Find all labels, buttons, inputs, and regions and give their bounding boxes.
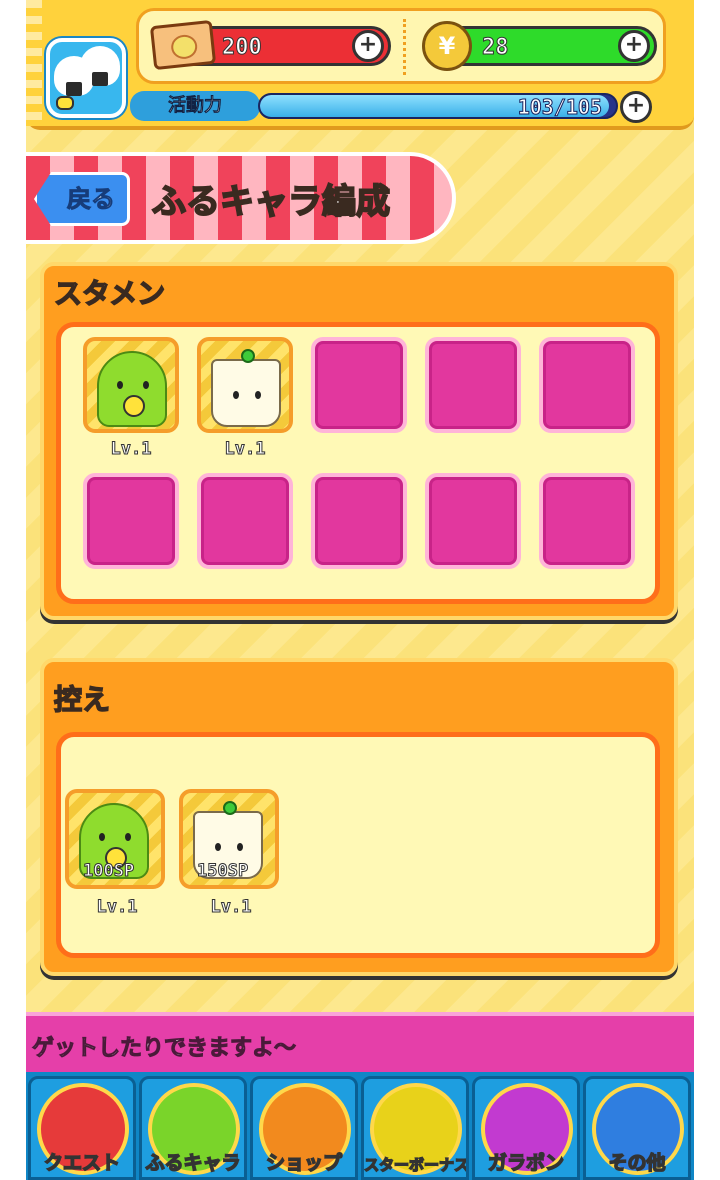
bench-level-1: Lv.1 xyxy=(96,897,138,918)
nav-other-label: その他 xyxy=(608,1151,667,1175)
tray-divider xyxy=(403,19,406,75)
starter-slot-9[interactable] xyxy=(425,473,521,569)
yen-coin-icon: ¥ xyxy=(422,21,472,71)
back-button[interactable]: 戻る xyxy=(34,172,130,226)
news-ticker: ゲットしたりできますよ～ xyxy=(26,1012,694,1072)
bench-slot-1[interactable]: 100SP xyxy=(65,789,165,889)
ticker-text: ゲットしたりできますよ～ xyxy=(31,1036,297,1062)
coin-value: 28 xyxy=(482,35,509,61)
onigiri-icon xyxy=(80,46,120,86)
starter-level-1: Lv.1 xyxy=(110,439,152,460)
green-bird-chara-icon xyxy=(97,351,167,427)
bench-sp-2: 150SP xyxy=(196,861,249,882)
status-header: 200 + ¥ 28 + 活動力 103/105 + xyxy=(26,0,694,130)
nav-garapon-label: ガラポン xyxy=(487,1151,565,1175)
page-title: ふるキャラ編成 xyxy=(151,181,391,223)
bench-level-2: Lv.1 xyxy=(210,897,252,918)
bench-slot-2[interactable]: 150SP xyxy=(179,789,279,889)
right-margin xyxy=(694,0,720,1180)
nav-star-bonus-label: スターボーナス xyxy=(364,1155,469,1175)
yellow-bead-icon xyxy=(56,96,74,110)
stamina-label: 活動力 xyxy=(130,91,260,121)
starter-slot-1[interactable] xyxy=(83,337,179,433)
app-screen: 200 + ¥ 28 + 活動力 103/105 + 戻る ふるキャラ編成 スタ… xyxy=(26,0,694,1180)
stamina-bar: 103/105 xyxy=(258,93,618,119)
ticket-icon xyxy=(149,19,217,71)
add-coin-button[interactable]: + xyxy=(618,30,650,62)
title-bar: 戻る ふるキャラ編成 xyxy=(26,152,456,244)
ticket-value: 200 xyxy=(222,35,263,61)
stamina-value: 103/105 xyxy=(517,95,602,119)
nav-quest-label: クエスト xyxy=(43,1151,121,1175)
bench-title: 控え xyxy=(53,682,111,717)
nav-quest[interactable]: クエスト xyxy=(28,1076,136,1180)
ticket-counter: 200 + xyxy=(149,19,391,71)
nav-shop-label: ショップ xyxy=(265,1151,343,1175)
add-stamina-button[interactable]: + xyxy=(620,91,652,123)
starter-slots: Lv.1 Lv.1 xyxy=(56,322,660,604)
starter-slot-3[interactable] xyxy=(311,337,407,433)
starter-slot-8[interactable] xyxy=(311,473,407,569)
header-stripe xyxy=(26,0,42,126)
currency-tray: 200 + ¥ 28 + xyxy=(136,8,666,84)
white-dumpling-chara-icon xyxy=(211,349,281,427)
add-ticket-button[interactable]: + xyxy=(352,30,384,62)
coin-counter: ¥ 28 + xyxy=(422,21,657,71)
bench-sp-1: 100SP xyxy=(82,861,135,882)
nav-garapon[interactable]: ガラポン xyxy=(472,1076,580,1180)
nav-other[interactable]: その他 xyxy=(583,1076,691,1180)
bench-slots: 100SP 150SP Lv.1 Lv.1 xyxy=(56,732,660,958)
starter-slot-5[interactable] xyxy=(539,337,635,433)
starter-slot-2[interactable] xyxy=(197,337,293,433)
avatar[interactable] xyxy=(46,38,126,118)
bench-panel: 控え 100SP 150SP Lv.1 Lv.1 xyxy=(40,658,678,976)
starter-slot-7[interactable] xyxy=(197,473,293,569)
nav-chara-label: ふるキャラ xyxy=(145,1151,242,1175)
nav-shop[interactable]: ショップ xyxy=(250,1076,358,1180)
starter-slot-4[interactable] xyxy=(425,337,521,433)
nav-chara[interactable]: ふるキャラ xyxy=(139,1076,247,1180)
left-margin xyxy=(0,0,26,1180)
starter-slot-10[interactable] xyxy=(539,473,635,569)
nav-star-bonus[interactable]: スターボーナス xyxy=(361,1076,469,1180)
bottom-nav: クエスト ふるキャラ ショップ スターボーナス ガラポン その他 xyxy=(26,1072,694,1180)
starter-level-2: Lv.1 xyxy=(224,439,266,460)
starter-title: スタメン xyxy=(53,276,166,311)
starter-panel: スタメン Lv.1 Lv.1 xyxy=(40,262,678,620)
starter-slot-6[interactable] xyxy=(83,473,179,569)
